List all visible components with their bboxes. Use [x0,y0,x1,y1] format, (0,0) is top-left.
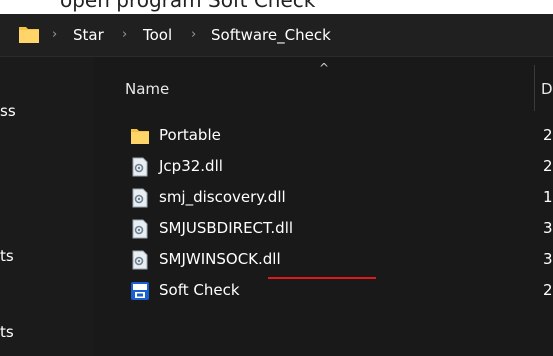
dll-file-icon [132,188,148,208]
file-row-soft-check[interactable]: Soft Check 2 [95,276,553,306]
file-row-smjwinsock-dll[interactable]: SMJWINSOCK.dll 3 [95,245,553,275]
breadcrumb-item-software-check[interactable]: Software_Check [211,26,331,44]
file-list: ^ Name D Portable 2 Jcp32.dll 2 smj_disc… [95,57,553,356]
chevron-right-icon: › [122,27,128,42]
file-name: smj_discovery.dll [159,188,286,206]
sidebar-item-label[interactable]: ts [0,323,14,341]
dll-file-icon [132,157,148,177]
folder-icon [19,27,39,43]
column-header-name[interactable]: Name [125,80,169,98]
column-header-date[interactable]: D [541,80,553,98]
file-row-portable[interactable]: Portable 2 [95,121,553,151]
cropped-caption-text: open program Soft Check [60,0,316,12]
file-name: SMJWINSOCK.dll [159,250,281,268]
annotation-underline [268,277,376,279]
dll-file-icon [132,250,148,270]
breadcrumb-item-star[interactable]: Star [73,26,104,44]
file-row-smj-discovery-dll[interactable]: smj_discovery.dll 1 [95,183,553,213]
cropped-caption-strip: open program Soft Check [0,0,553,14]
file-name: Jcp32.dll [159,157,223,175]
file-date: 3 [543,219,553,237]
file-date: 3 [543,250,553,268]
file-date: 2 [543,281,553,299]
file-name: Portable [159,126,221,144]
file-date: 1 [543,188,553,206]
folder-icon [131,129,149,144]
sidebar-item-label[interactable]: ts [0,247,14,265]
column-divider[interactable] [534,65,535,111]
app-icon [131,282,149,300]
chevron-right-icon: › [52,27,58,42]
file-name: SMJUSBDIRECT.dll [159,219,294,237]
sort-ascending-icon: ^ [319,61,330,75]
navigation-pane: ss ts ts [0,57,94,356]
file-date: 2 [543,126,553,144]
breadcrumb-item-tool[interactable]: Tool [143,26,172,44]
dll-file-icon [132,219,148,239]
file-row-smjusbdirect-dll[interactable]: SMJUSBDIRECT.dll 3 [95,214,553,244]
file-row-jcp32-dll[interactable]: Jcp32.dll 2 [95,152,553,182]
chevron-right-icon: › [191,27,197,42]
file-date: 2 [543,157,553,175]
address-bar[interactable]: › Star › Tool › Software_Check [0,14,553,57]
file-name: Soft Check [159,281,240,299]
sidebar-item-label[interactable]: ss [0,102,16,120]
